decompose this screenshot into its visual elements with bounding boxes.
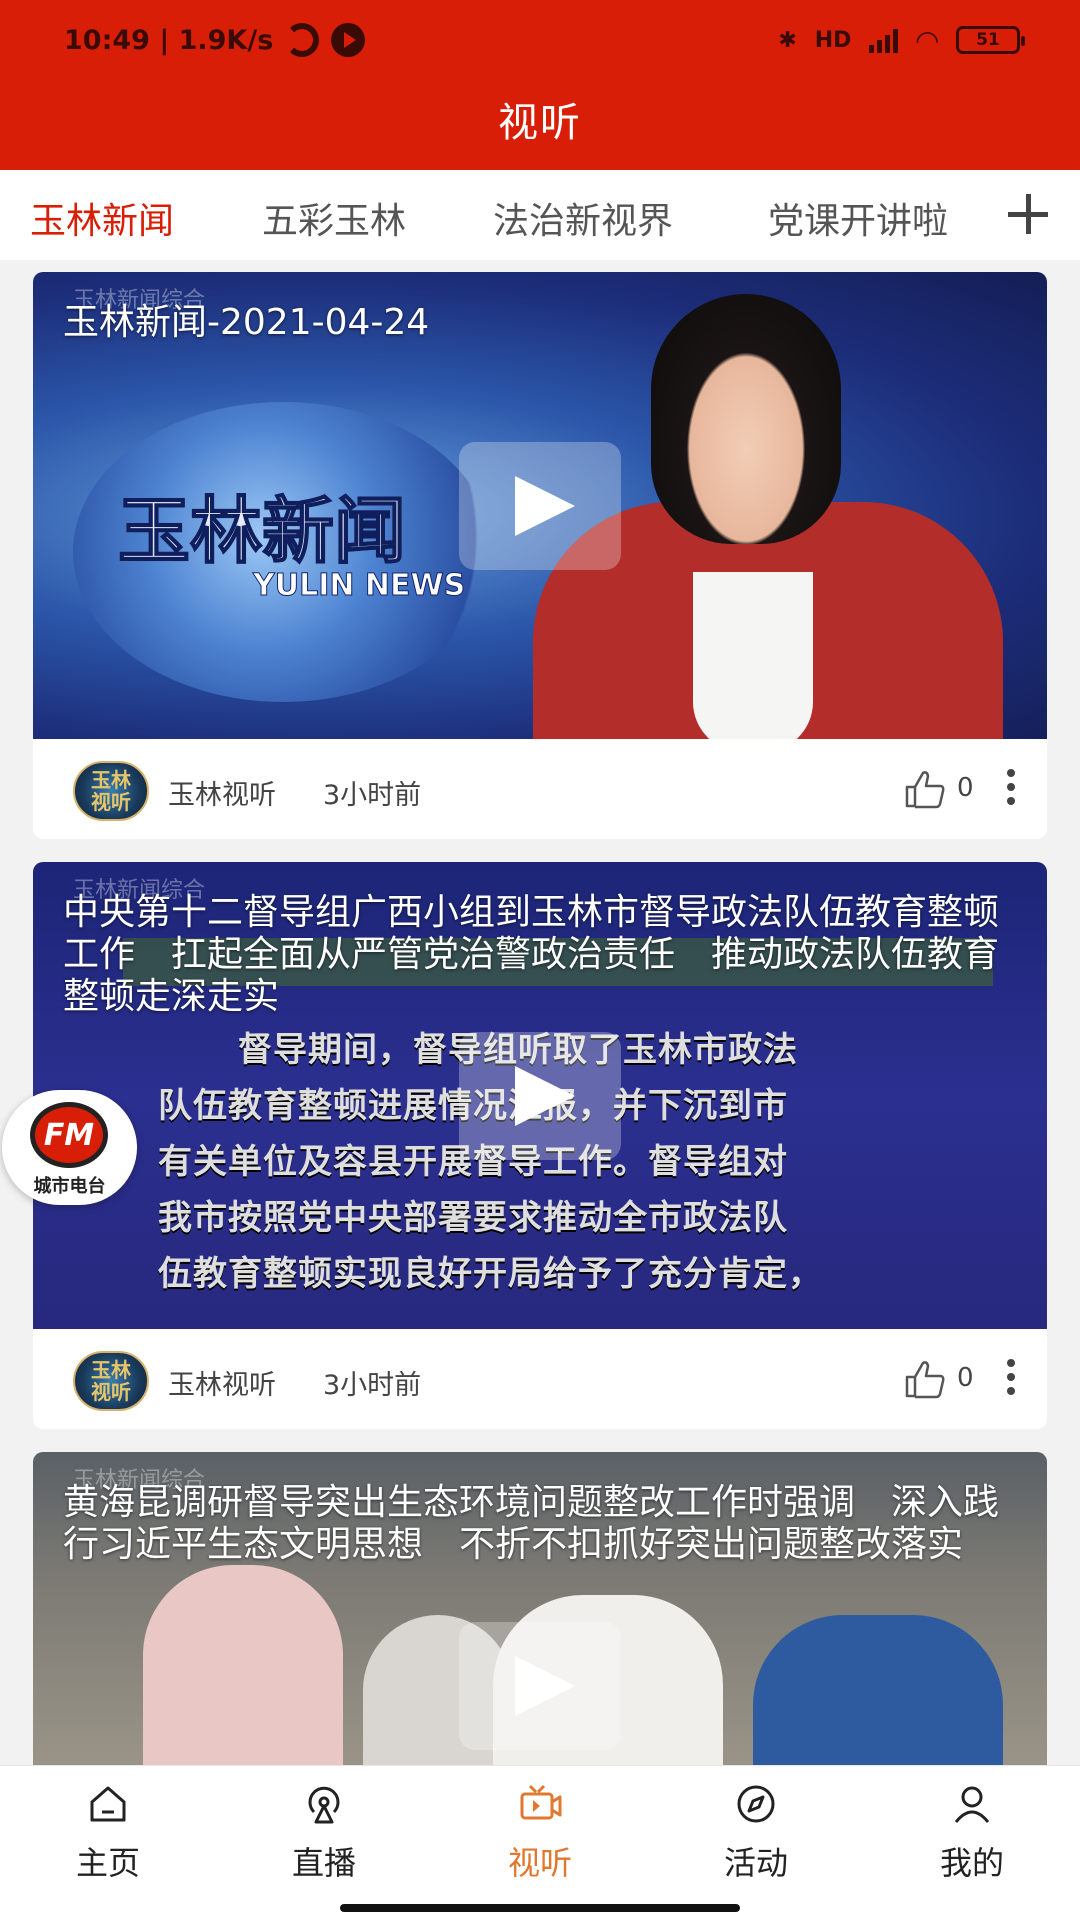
- person-figure: [753, 1615, 1003, 1765]
- nav-home[interactable]: 主页: [0, 1766, 216, 1896]
- nav-label: 主页: [75, 1844, 140, 1882]
- caption-line: 伍教育整顿实现良好开局给予了充分肯定，: [158, 1254, 823, 1294]
- compass-icon: [737, 1785, 775, 1823]
- card-meta: 玉林视听 玉林视听 3小时前 0: [33, 1329, 1047, 1429]
- fm-label: 城市电台: [33, 1176, 106, 1197]
- nav-label: 活动: [723, 1844, 788, 1882]
- nav-mine[interactable]: 我的: [864, 1766, 1080, 1896]
- video-title: 中央第十二督导组广西小组到玉林市督导政法队伍教育整顿工作 扛起全面从严管党治警政…: [63, 892, 1000, 1017]
- video-card[interactable]: 玉林新闻 YULIN NEWS 玉林新闻综合 玉林新闻-2021-04-24 玉…: [33, 272, 1047, 839]
- video-card[interactable]: 玉林新闻综合 督导期间，督导组听取了玉林市政法 队伍教育整顿进展情况汇报，并下沉…: [33, 862, 1047, 1429]
- tv-icon: [520, 1784, 562, 1820]
- like-count: 0: [957, 1363, 974, 1393]
- live-icon: [308, 1786, 340, 1824]
- signal-icon: [869, 27, 899, 53]
- avatar[interactable]: 玉林视听: [73, 1351, 149, 1411]
- card-meta: 玉林视听 玉林视听 3小时前 0: [33, 739, 1047, 839]
- news-logo-text: 玉林新闻: [117, 472, 407, 577]
- thumbs-up-icon[interactable]: [903, 1359, 947, 1399]
- video-title: 黄海昆调研督导突出生态环境问题整改工作时强调 深入践行习近平生态文明思想 不折不…: [63, 1482, 1000, 1565]
- gesture-bar[interactable]: [340, 1904, 740, 1912]
- nav-label: 我的: [939, 1844, 1004, 1882]
- fm-icon: FM: [30, 1102, 108, 1168]
- add-tab-button[interactable]: [1006, 192, 1050, 236]
- tab-yulin-news[interactable]: 玉林新闻: [30, 192, 174, 244]
- source-name[interactable]: 玉林视听: [168, 1363, 276, 1402]
- wifi-icon: ◠: [916, 23, 938, 57]
- video-card[interactable]: 玉林新闻综合 黄海昆调研督导突出生态环境问题整改工作时强调 深入践行习近平生态文…: [33, 1452, 1047, 1765]
- video-title: 玉林新闻-2021-04-24: [63, 302, 430, 343]
- user-icon: [954, 1786, 990, 1823]
- person-figure: [143, 1565, 343, 1765]
- status-right: ✱ HD ◠ 51: [778, 22, 1025, 58]
- nav-live[interactable]: 直播: [216, 1766, 432, 1896]
- caption-line: 我市按照党中央部署要求推动全市政法队: [158, 1198, 788, 1238]
- fm-radio-button[interactable]: FM 城市电台: [2, 1090, 137, 1205]
- nav-audio-video[interactable]: 视听: [432, 1766, 648, 1896]
- tab-law-horizon[interactable]: 法治新视界: [493, 192, 673, 244]
- anchor-shirt: [693, 572, 813, 739]
- avatar[interactable]: 玉林视听: [73, 761, 149, 821]
- fm-badge: FM: [43, 1117, 95, 1153]
- video-thumbnail[interactable]: 玉林新闻综合 黄海昆调研督导突出生态环境问题整改工作时强调 深入践行习近平生态文…: [33, 1452, 1047, 1765]
- avatar-text: 玉林视听: [91, 768, 131, 814]
- nav-label: 直播: [291, 1844, 356, 1882]
- avatar-text: 玉林视听: [91, 1358, 131, 1404]
- sync-icon: [285, 23, 320, 57]
- battery-icon: 51: [956, 26, 1025, 54]
- tab-party-lecture[interactable]: 党课开讲啦: [768, 192, 948, 244]
- more-icon[interactable]: [1007, 769, 1017, 809]
- video-thumbnail[interactable]: 玉林新闻综合 督导期间，督导组听取了玉林市政法 队伍教育整顿进展情况汇报，并下沉…: [33, 862, 1047, 1329]
- tab-colorful-yulin[interactable]: 五彩玉林: [262, 192, 406, 244]
- header: 10:49 | 1.9K/s ✱ HD ◠ 51 视听: [0, 0, 1080, 170]
- play-icon[interactable]: [459, 1622, 621, 1750]
- battery-level: 51: [976, 30, 1000, 50]
- category-tabs: 玉林新闻 五彩玉林 法治新视界 党课开讲啦: [0, 170, 1080, 260]
- more-icon[interactable]: [1007, 1359, 1017, 1399]
- app-root: 10:49 | 1.9K/s ✱ HD ◠ 51 视听 玉林新闻 五彩玉林 法治…: [0, 0, 1080, 1920]
- bluetooth-icon: ✱: [778, 27, 797, 53]
- page-title: 视听: [498, 100, 582, 146]
- play-status-icon: [331, 23, 366, 57]
- status-bar: 10:49 | 1.9K/s ✱ HD ◠ 51: [0, 0, 1080, 80]
- play-icon[interactable]: [459, 442, 621, 570]
- like-count: 0: [957, 773, 974, 803]
- thumbs-up-icon[interactable]: [903, 769, 947, 809]
- status-time: 10:49 | 1.9K/s: [64, 24, 274, 56]
- play-icon[interactable]: [459, 1032, 621, 1160]
- news-logo-subtitle: YULIN NEWS: [252, 568, 466, 604]
- home-icon: [90, 1786, 126, 1822]
- publish-time: 3小时前: [323, 780, 422, 811]
- hd-label: HD: [814, 27, 852, 53]
- source-name[interactable]: 玉林视听: [168, 773, 276, 812]
- nav-activity[interactable]: 活动: [648, 1766, 864, 1896]
- status-left: 10:49 | 1.9K/s: [64, 22, 366, 58]
- bottom-nav: 主页 直播 视听 活动 我的: [0, 1765, 1080, 1920]
- video-thumbnail[interactable]: 玉林新闻 YULIN NEWS 玉林新闻综合 玉林新闻-2021-04-24: [33, 272, 1047, 739]
- nav-label: 视听: [507, 1844, 572, 1882]
- publish-time: 3小时前: [323, 1370, 422, 1401]
